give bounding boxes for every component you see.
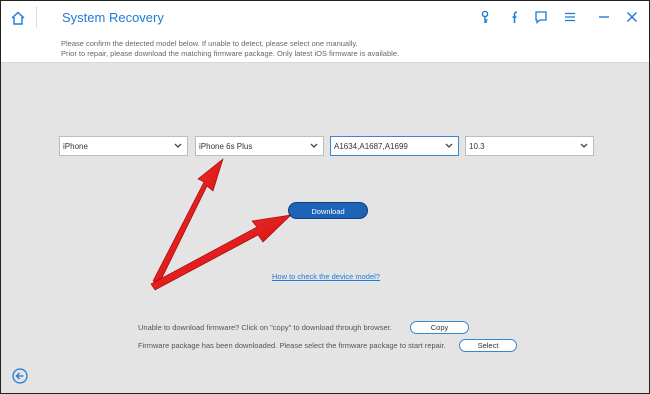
app-window: System Recovery Please confirm the detec…: [0, 0, 650, 394]
annotation-arrows: [150, 158, 292, 291]
